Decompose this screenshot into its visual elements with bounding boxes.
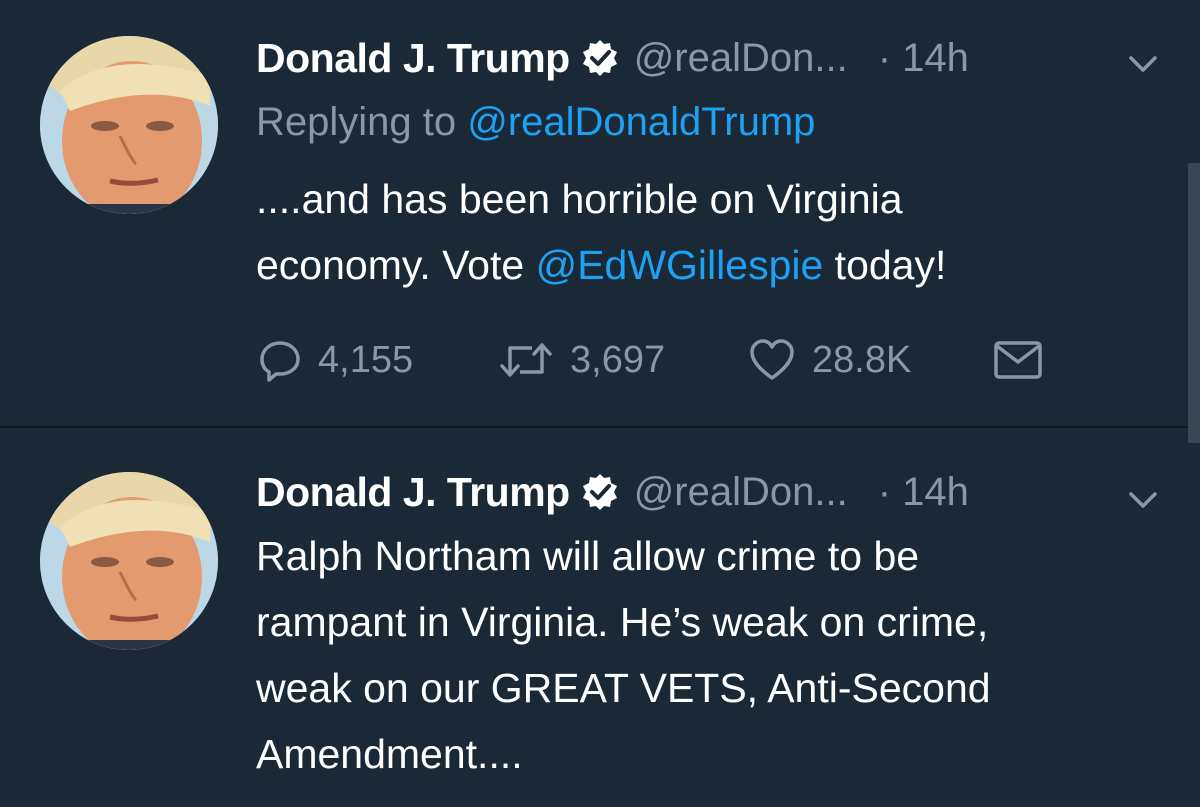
scrollbar[interactable] xyxy=(1188,163,1200,443)
tweet-text-line: Amendment.... xyxy=(256,731,523,777)
tweet-text-line: economy. Vote @EdWGillespie today! xyxy=(256,232,1156,298)
timeline: Donald J. Trump @realDon... · 14h Replyi… xyxy=(0,0,1200,807)
timestamp[interactable]: · 14h xyxy=(878,36,969,81)
like-count: 28.8K xyxy=(812,338,912,381)
tweet-text-line: ....and has been horrible on Virginia xyxy=(256,176,903,222)
verified-badge-icon xyxy=(580,472,620,512)
author-handle[interactable]: @realDon... xyxy=(634,470,848,515)
tweet-text: ....and has been horrible on Virginia ec… xyxy=(256,166,1156,298)
retweet-count: 3,697 xyxy=(570,338,666,381)
tweet[interactable]: Donald J. Trump @realDon... · 14h Replyi… xyxy=(0,0,1200,427)
tweet[interactable]: Donald J. Trump @realDon... · 14h Ralph … xyxy=(0,428,1200,807)
reply-button[interactable]: 4,155 xyxy=(258,338,498,382)
timestamp[interactable]: · 14h xyxy=(878,470,969,515)
envelope-icon xyxy=(993,340,1043,380)
tweet-text-line: Ralph Northam will allow crime to be xyxy=(256,533,920,579)
avatar[interactable] xyxy=(40,472,218,650)
tweet-text-line: rampant in Virginia. He’s weak on crime, xyxy=(256,599,989,645)
tweet-header: Donald J. Trump @realDon... · 14h xyxy=(256,28,969,88)
tweet-header: Donald J. Trump @realDon... · 14h xyxy=(256,462,969,522)
author-name[interactable]: Donald J. Trump xyxy=(256,35,570,82)
mention-link[interactable]: @EdWGillespie xyxy=(536,242,824,288)
retweet-button[interactable]: 3,697 xyxy=(498,338,748,382)
avatar[interactable] xyxy=(40,36,218,214)
direct-message-button[interactable] xyxy=(993,340,1043,380)
chevron-down-icon[interactable] xyxy=(1128,490,1158,510)
replying-to: Replying to @realDonaldTrump xyxy=(256,100,815,145)
retweet-icon xyxy=(498,338,554,382)
heart-icon xyxy=(748,338,796,382)
reply-count: 4,155 xyxy=(318,338,414,381)
tweet-text-segment: today! xyxy=(823,242,947,288)
tweet-actions: 4,155 3,697 28.8K xyxy=(258,335,1043,385)
chevron-down-icon[interactable] xyxy=(1128,54,1158,74)
author-name[interactable]: Donald J. Trump xyxy=(256,469,570,516)
tweet-text-segment: economy. Vote xyxy=(256,242,536,288)
reply-icon xyxy=(258,338,302,382)
reply-mention-link[interactable]: @realDonaldTrump xyxy=(467,100,815,144)
like-button[interactable]: 28.8K xyxy=(748,338,993,382)
author-handle[interactable]: @realDon... xyxy=(634,36,848,81)
tweet-text-line: weak on our GREAT VETS, Anti-Second xyxy=(256,665,991,711)
verified-badge-icon xyxy=(580,38,620,78)
replying-to-label: Replying to xyxy=(256,100,468,144)
tweet-text: Ralph Northam will allow crime to be ram… xyxy=(256,523,1156,787)
